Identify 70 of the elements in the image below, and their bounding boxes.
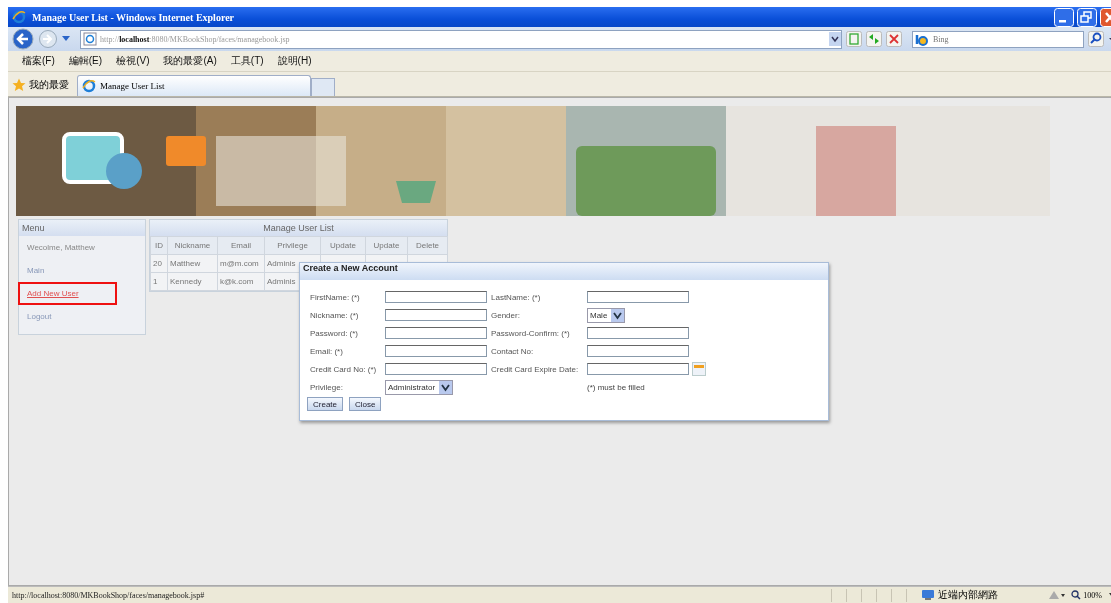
- field-label: LastName: (*): [491, 292, 542, 302]
- column-header: Privilege: [264, 236, 321, 255]
- security-icon[interactable]: [1047, 589, 1066, 601]
- menu-item[interactable]: 檔案(F): [22, 54, 55, 68]
- menu-item[interactable]: 工具(T): [230, 54, 264, 68]
- input-field[interactable]: [587, 291, 689, 303]
- field-label: Privilege:: [310, 382, 344, 392]
- column-header: Update: [320, 236, 366, 255]
- input-field[interactable]: [385, 309, 487, 321]
- menu-item[interactable]: 檢視(V): [116, 54, 150, 68]
- page-icon: [83, 32, 97, 46]
- input-field[interactable]: [385, 345, 487, 357]
- field-label: Credit Card Expire Date:: [491, 364, 580, 374]
- browser-tab[interactable]: Manage User List: [77, 75, 311, 96]
- address-field[interactable]: http://localhost:8080/MKBookShop/faces/managebook.jsp: [80, 29, 842, 49]
- panel-title: Menu: [19, 220, 145, 236]
- favorites-button[interactable]: 我的最愛: [12, 74, 69, 96]
- field-label: Email: (*): [310, 346, 344, 356]
- menu-item[interactable]: 我的最愛(A): [163, 54, 217, 68]
- dropdown-icon: [439, 380, 453, 394]
- column-header: Update: [365, 236, 408, 255]
- dialog-button[interactable]: Close: [349, 397, 382, 411]
- star-icon: [12, 78, 26, 92]
- stop-icon[interactable]: [886, 31, 902, 47]
- dropdown-icon[interactable]: [62, 36, 70, 42]
- browser-icon: [12, 10, 26, 24]
- field-label: Password-Confirm: (*): [491, 328, 571, 338]
- menu-item[interactable]: 說明(H): [277, 54, 312, 68]
- minimize-icon[interactable]: [1054, 7, 1074, 27]
- window-title: Manage User List - Windows Internet Explorer: [32, 11, 235, 23]
- zone-indicator: 近端內部網路: [921, 588, 1042, 602]
- note-text: (*) must be filled: [587, 382, 646, 392]
- input-field[interactable]: [385, 291, 487, 303]
- input-field[interactable]: [385, 363, 487, 375]
- input-field[interactable]: [587, 345, 689, 357]
- field-label: Contact No:: [491, 346, 535, 356]
- restore-icon[interactable]: [1077, 7, 1097, 27]
- zoom-icon: [1071, 590, 1082, 600]
- input-field[interactable]: [385, 327, 487, 339]
- field-label: Credit Card No: (*): [310, 364, 378, 374]
- search-field[interactable]: Bing: [912, 30, 1084, 48]
- field-label: FirstName: (*): [310, 292, 361, 302]
- status-url: http://localhost:8080/MKBookShop/faces/managebook.jsp#: [12, 590, 205, 600]
- dropdown-icon: [611, 308, 625, 322]
- zoom-control[interactable]: 100%: [1071, 590, 1102, 600]
- menu-link[interactable]: Add New User: [27, 289, 79, 298]
- field-label: Nickname: (*): [310, 310, 360, 320]
- input-field[interactable]: [587, 363, 689, 375]
- column-header: Delete: [407, 236, 448, 255]
- menu-item[interactable]: 編輯(E): [68, 54, 103, 68]
- column-header: ID: [150, 236, 168, 255]
- dropdown-icon[interactable]: [829, 32, 841, 46]
- search-icon[interactable]: [1088, 31, 1104, 47]
- welcome-text: Wecolme, Matthew: [27, 243, 95, 252]
- search-engine-icon: [915, 33, 929, 46]
- dropdown[interactable]: Male: [587, 307, 626, 323]
- field-label: Gender:: [491, 310, 521, 320]
- field-label: Password: (*): [310, 328, 359, 338]
- table-title: Manage User List: [150, 220, 447, 236]
- back-icon[interactable]: [12, 28, 34, 50]
- dialog-title: Create a New Account: [300, 263, 828, 280]
- input-field[interactable]: [587, 327, 689, 339]
- network-icon: [921, 589, 936, 601]
- dialog-button[interactable]: Create: [307, 397, 343, 411]
- column-header: Email: [217, 236, 265, 255]
- url-text: http://localhost:8080/MKBookShop/faces/managebook.jsp: [100, 34, 290, 44]
- refresh-icon[interactable]: [866, 31, 882, 47]
- column-header: Nickname: [167, 236, 218, 255]
- browser-icon: [82, 79, 96, 93]
- dropdown[interactable]: Administrator: [385, 379, 454, 395]
